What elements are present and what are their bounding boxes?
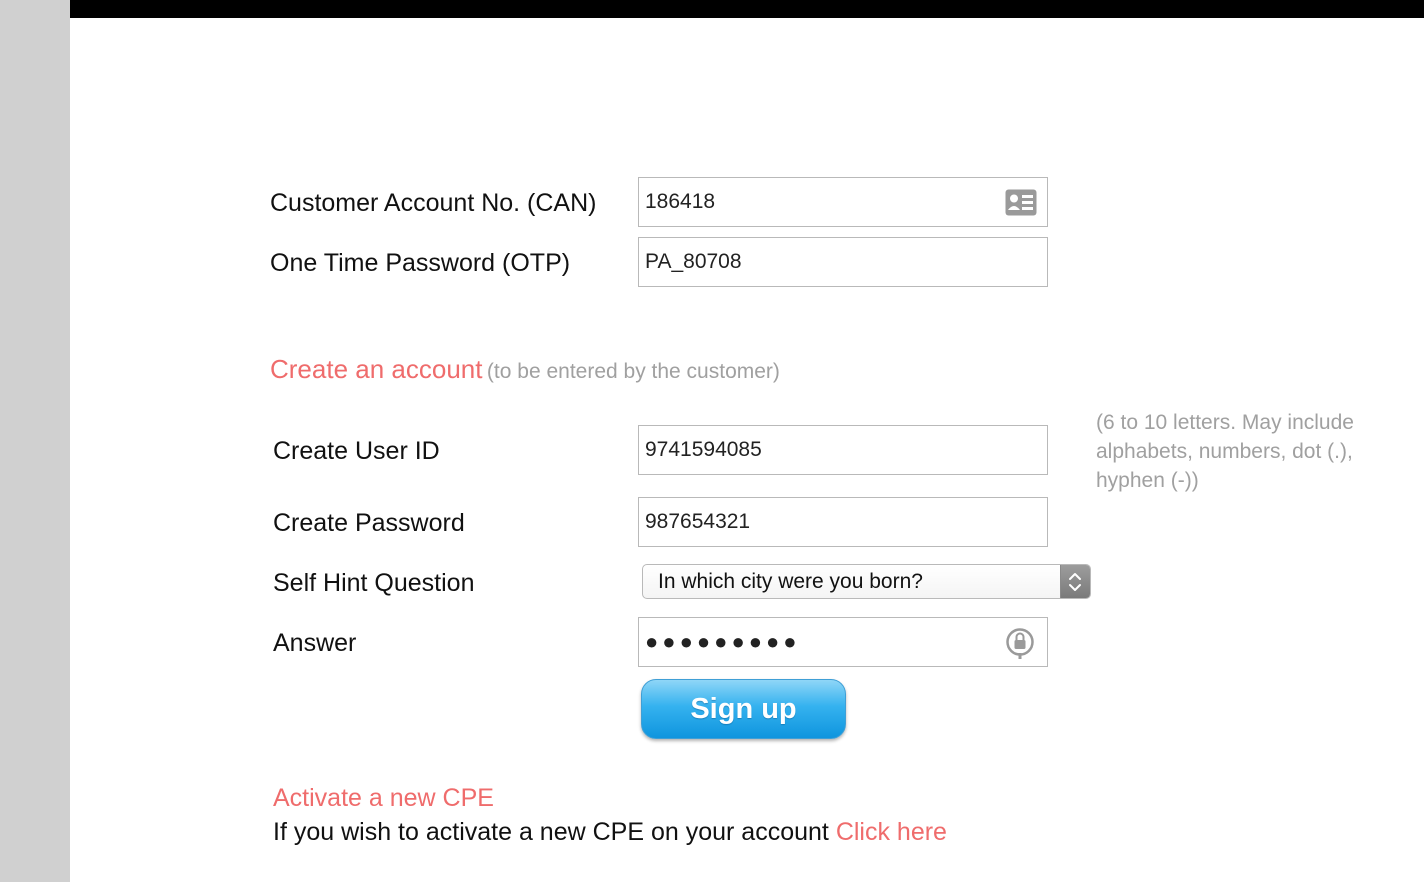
create-account-note: (to be entered by the customer) — [486, 360, 780, 383]
password-label: Create Password — [273, 509, 465, 537]
create-account-heading: Create an account (to be entered by the … — [270, 352, 780, 391]
select-stepper[interactable] — [1060, 565, 1090, 598]
answer-label: Answer — [273, 629, 357, 657]
hint-question-select[interactable]: In which city were you born? — [642, 564, 1091, 599]
user-id-input[interactable] — [639, 426, 1047, 474]
user-id-field-box — [638, 425, 1048, 475]
left-gutter — [0, 0, 70, 882]
cpe-line: If you wish to activate a new CPE on you… — [273, 817, 947, 847]
can-input[interactable] — [639, 178, 1047, 226]
user-id-label: Create User ID — [273, 437, 440, 465]
answer-input[interactable] — [639, 618, 1047, 666]
keychain-icon[interactable] — [1005, 627, 1035, 659]
cpe-heading: Activate a new CPE — [273, 784, 494, 812]
user-id-hint: (6 to 10 letters. May include alphabets,… — [1096, 411, 1354, 492]
can-label: Customer Account No. (CAN) — [270, 189, 597, 217]
can-field-box — [638, 177, 1048, 227]
password-input[interactable] — [639, 498, 1047, 546]
hint-question-label: Self Hint Question — [273, 569, 475, 597]
chevron-up-down-icon — [1069, 573, 1081, 591]
answer-field-box — [638, 617, 1048, 667]
page: Customer Account No. (CAN) One Time Pass… — [0, 0, 1424, 882]
cpe-text: If you wish to activate a new CPE on you… — [273, 818, 829, 846]
contact-card-icon[interactable] — [1005, 189, 1037, 216]
click-here-link[interactable]: Click here — [836, 818, 947, 846]
otp-input[interactable] — [639, 238, 1047, 286]
otp-field-box — [638, 237, 1048, 287]
password-field-box — [638, 497, 1048, 547]
otp-label: One Time Password (OTP) — [270, 249, 571, 277]
hint-question-value: In which city were you born? — [658, 570, 923, 593]
top-bar — [70, 0, 1424, 18]
signup-button[interactable]: Sign up — [641, 679, 846, 739]
create-account-title: Create an account — [270, 354, 483, 384]
